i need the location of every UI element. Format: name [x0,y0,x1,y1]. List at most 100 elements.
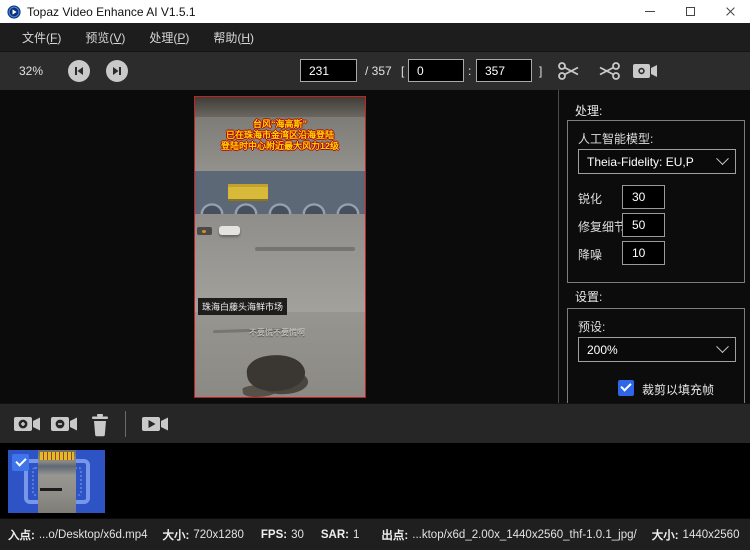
denoise-row: 降噪 10 [568,241,746,265]
camera-remove-icon [49,412,79,436]
processing-group: 人工智能模型: Theia-Fidelity: EU,P 锐化 30 修复细节 … [567,120,745,283]
trim-bracket-close: ] [539,64,542,78]
preset-dropdown[interactable]: 200% [578,337,736,362]
video-thumbnail-item[interactable] [8,450,105,513]
trim-start-input[interactable]: 0 [408,59,464,82]
thumbnail-location-strip [40,488,62,491]
status-output-path-value: ...ktop/x6d_2.00x_1440x2560_thf-1.0.1_jp… [412,529,636,541]
ai-model-value: Theia-Fidelity: EU,P [587,155,718,169]
status-fps-label: FPS: [261,529,287,541]
status-input-size: 大小:720x1280 [163,527,244,543]
trim-bracket-open: [ [401,64,404,78]
preview-camera-button[interactable] [631,60,659,82]
thumbnail-caption-strip [40,452,74,460]
denoise-value: 10 [632,246,645,260]
current-frame-input[interactable]: 231 [300,59,357,82]
restore-detail-value: 50 [632,218,645,232]
trim-start-value: 0 [417,64,424,78]
status-input-path-value: ...o/Desktop/x6d.mp4 [39,529,148,541]
menu-preview[interactable]: 预览(V) [73,25,137,50]
status-sar: SAR: 1 [321,529,360,541]
menu-file-text: 文件( [22,31,50,45]
remove-video-button[interactable] [49,412,79,436]
clipbar-divider [125,411,126,437]
video-water-streak [255,247,355,251]
video-location-caption: 珠海白藤头海鲜市场 [198,298,287,315]
camera-play-icon [140,412,170,436]
status-fps: FPS: 30 [261,529,304,541]
menu-help-text: 帮助( [213,31,241,45]
video-sky-region [195,97,365,117]
trim-end-value: 357 [485,64,505,78]
trim-end-scissors-button[interactable] [596,58,622,84]
denoise-input[interactable]: 10 [622,241,665,265]
crop-to-fill-checkbox[interactable] [618,380,634,396]
video-preview[interactable]: 台风“海高斯” 已在珠海市金湾区沿海登陆 登陆时中心附近最大风力12级 珠海白藤… [194,96,366,398]
processing-section-title: 处理: [575,102,602,119]
window-controls [630,0,750,23]
menu-process[interactable]: 处理(P) [137,25,201,50]
trim-start-scissors-button[interactable] [556,58,582,84]
zoom-level-label: 32% [19,64,43,78]
settings-section-title: 设置: [575,288,602,305]
ai-model-label: 人工智能模型: [578,130,653,147]
trim-separator: : [468,64,471,78]
maximize-button[interactable] [670,0,710,23]
window-title: Topaz Video Enhance AI V1.5.1 [27,5,196,19]
app-window: Topaz Video Enhance AI V1.5.1 文件(F) 预览(V… [0,0,750,550]
sharpen-row: 锐化 30 [568,185,746,209]
status-output-path: 出点: ...ktop/x6d_2.00x_1440x2560_thf-1.0.1… [381,527,636,543]
chevron-down-icon [716,340,729,353]
menu-help-key: H [241,31,250,45]
status-input-size-label: 大小: [163,527,190,543]
close-button[interactable] [710,0,750,23]
video-orange-light [202,230,206,233]
playback-toolbar: 32% 231 / 357 [ 0 : 357 ] [0,52,750,90]
menu-help[interactable]: 帮助(H) [201,25,266,50]
sharpen-input[interactable]: 30 [622,185,665,209]
app-logo-icon [7,5,21,19]
menu-file[interactable]: 文件(F) [10,25,73,50]
video-bridge-region [195,171,365,214]
menu-preview-close: ) [121,31,125,45]
status-fps-value: 30 [291,529,304,541]
delete-video-button[interactable] [88,412,112,438]
statusbar: 入点: ...o/Desktop/x6d.mp4 大小:720x1280 FPS:… [0,518,750,550]
add-video-button[interactable] [12,412,42,436]
trash-icon [88,412,112,438]
menu-process-close: ) [185,31,189,45]
process-video-button[interactable] [140,412,170,436]
skip-start-icon [73,65,85,77]
ai-model-dropdown[interactable]: Theia-Fidelity: EU,P [578,149,736,174]
menu-file-close: ) [57,31,61,45]
denoise-label: 降噪 [578,246,602,263]
settings-group: 预设: 200% 裁剪以填充帧 [567,308,745,403]
camera-add-icon [12,412,42,436]
status-output-path-label: 出点: [381,527,408,543]
status-input-path-label: 入点: [8,527,35,543]
restore-detail-input[interactable]: 50 [622,213,665,237]
sharpen-value: 30 [632,190,645,204]
video-white-car [219,226,240,235]
skip-to-start-button[interactable] [68,60,90,82]
menu-preview-text: 预览( [85,31,113,45]
thumbnail-checkbox[interactable] [12,454,29,471]
minimize-button[interactable] [630,0,670,23]
menubar: 文件(F) 预览(V) 处理(P) 帮助(H) [0,23,750,52]
restore-detail-label: 修复细节 [578,218,626,235]
trim-end-input[interactable]: 357 [476,59,532,82]
chevron-down-icon [716,152,729,165]
main-area: 台风“海高斯” 已在珠海市金湾区沿海登陆 登陆时中心附近最大风力12级 珠海白藤… [0,90,750,403]
status-sar-label: SAR: [321,529,349,541]
skip-end-icon [111,65,123,77]
video-watermark-text: 不要慌不要慌啊 [249,327,305,338]
current-frame-value: 231 [309,64,329,78]
close-icon [725,6,736,17]
status-sar-value: 1 [353,529,359,541]
caption-line-3: 登陆时中心附近最大风力12级 [195,141,365,152]
caption-line-2: 已在珠海市金湾区沿海登陆 [195,130,365,141]
video-caption-overlay: 台风“海高斯” 已在珠海市金湾区沿海登陆 登陆时中心附近最大风力12级 [195,119,365,152]
menu-help-close: ) [250,31,254,45]
skip-to-end-button[interactable] [106,60,128,82]
total-frames-label: / 357 [365,64,392,78]
